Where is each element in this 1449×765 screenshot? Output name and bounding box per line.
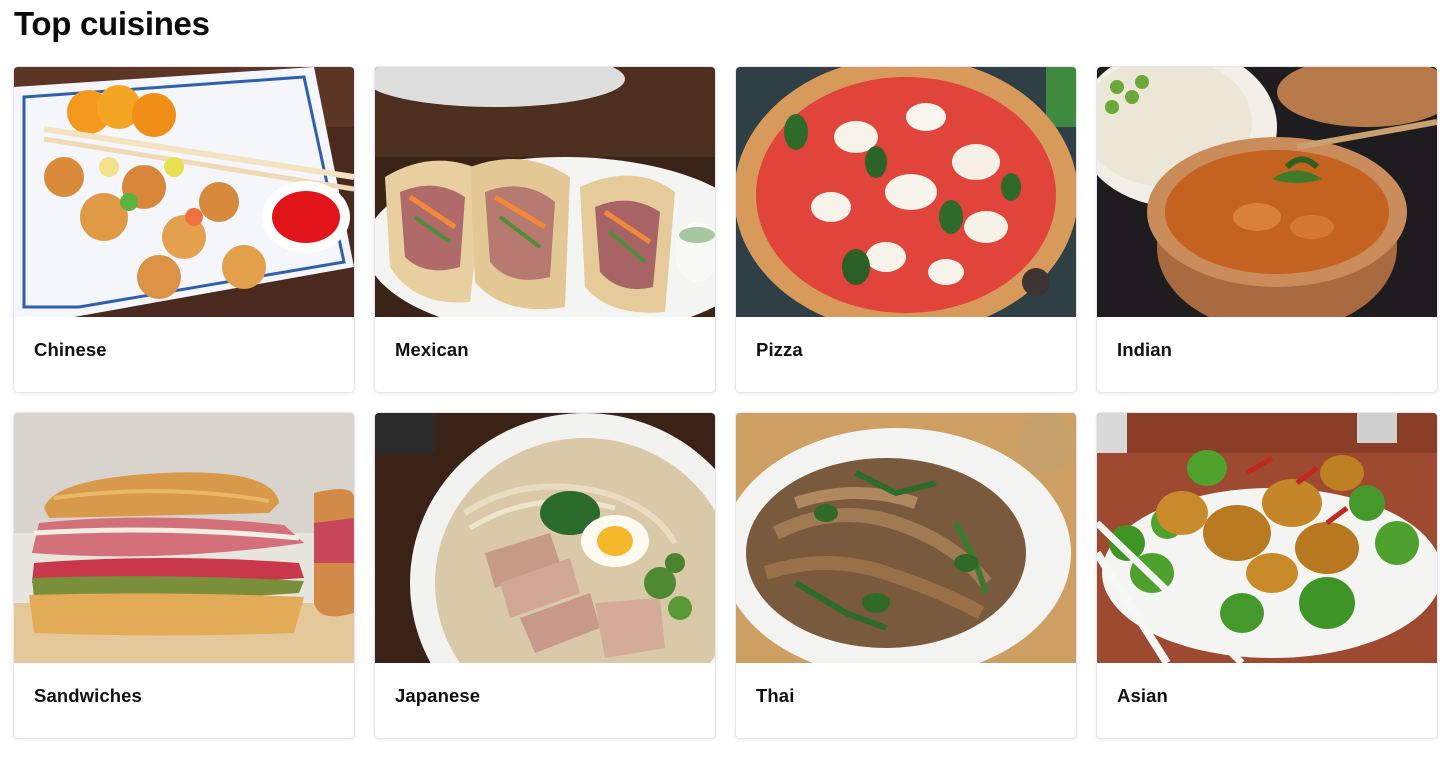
ramen-bowl-photo — [375, 413, 715, 663]
cuisine-card-asian[interactable]: Asian — [1096, 412, 1438, 739]
section-title: Top cuisines — [14, 5, 210, 42]
chinese-sweet-sour-photo — [14, 67, 354, 317]
pizza-margherita-photo — [736, 67, 1076, 317]
cuisine-label: Japanese — [395, 685, 481, 706]
thai-noodles-photo — [736, 413, 1076, 663]
sub-sandwich-photo — [14, 413, 354, 663]
indian-curry-photo — [1097, 67, 1437, 317]
cuisine-label: Mexican — [395, 339, 469, 360]
cuisine-card-pizza[interactable]: Pizza — [735, 66, 1077, 393]
cuisine-grid: Chinese Mexican Pizza Indian Sandwiches … — [13, 66, 1438, 739]
cuisine-card-sandwiches[interactable]: Sandwiches — [13, 412, 355, 739]
cuisine-label: Chinese — [34, 339, 107, 360]
cuisine-label: Pizza — [756, 339, 803, 360]
cuisine-card-chinese[interactable]: Chinese — [13, 66, 355, 393]
cuisine-card-indian[interactable]: Indian — [1096, 66, 1438, 393]
cuisine-label: Asian — [1117, 685, 1168, 706]
cuisine-card-mexican[interactable]: Mexican — [374, 66, 716, 393]
orange-chicken-broccoli-photo — [1097, 413, 1437, 663]
cuisine-label: Indian — [1117, 339, 1173, 360]
cuisine-label: Sandwiches — [34, 685, 142, 706]
cuisine-card-japanese[interactable]: Japanese — [374, 412, 716, 739]
cuisine-card-thai[interactable]: Thai — [735, 412, 1077, 739]
mexican-tacos-photo — [375, 67, 715, 317]
cuisine-label: Thai — [756, 685, 795, 706]
top-cuisines-section: Top cuisines Chinese Mexican Pizza India… — [0, 0, 1449, 765]
